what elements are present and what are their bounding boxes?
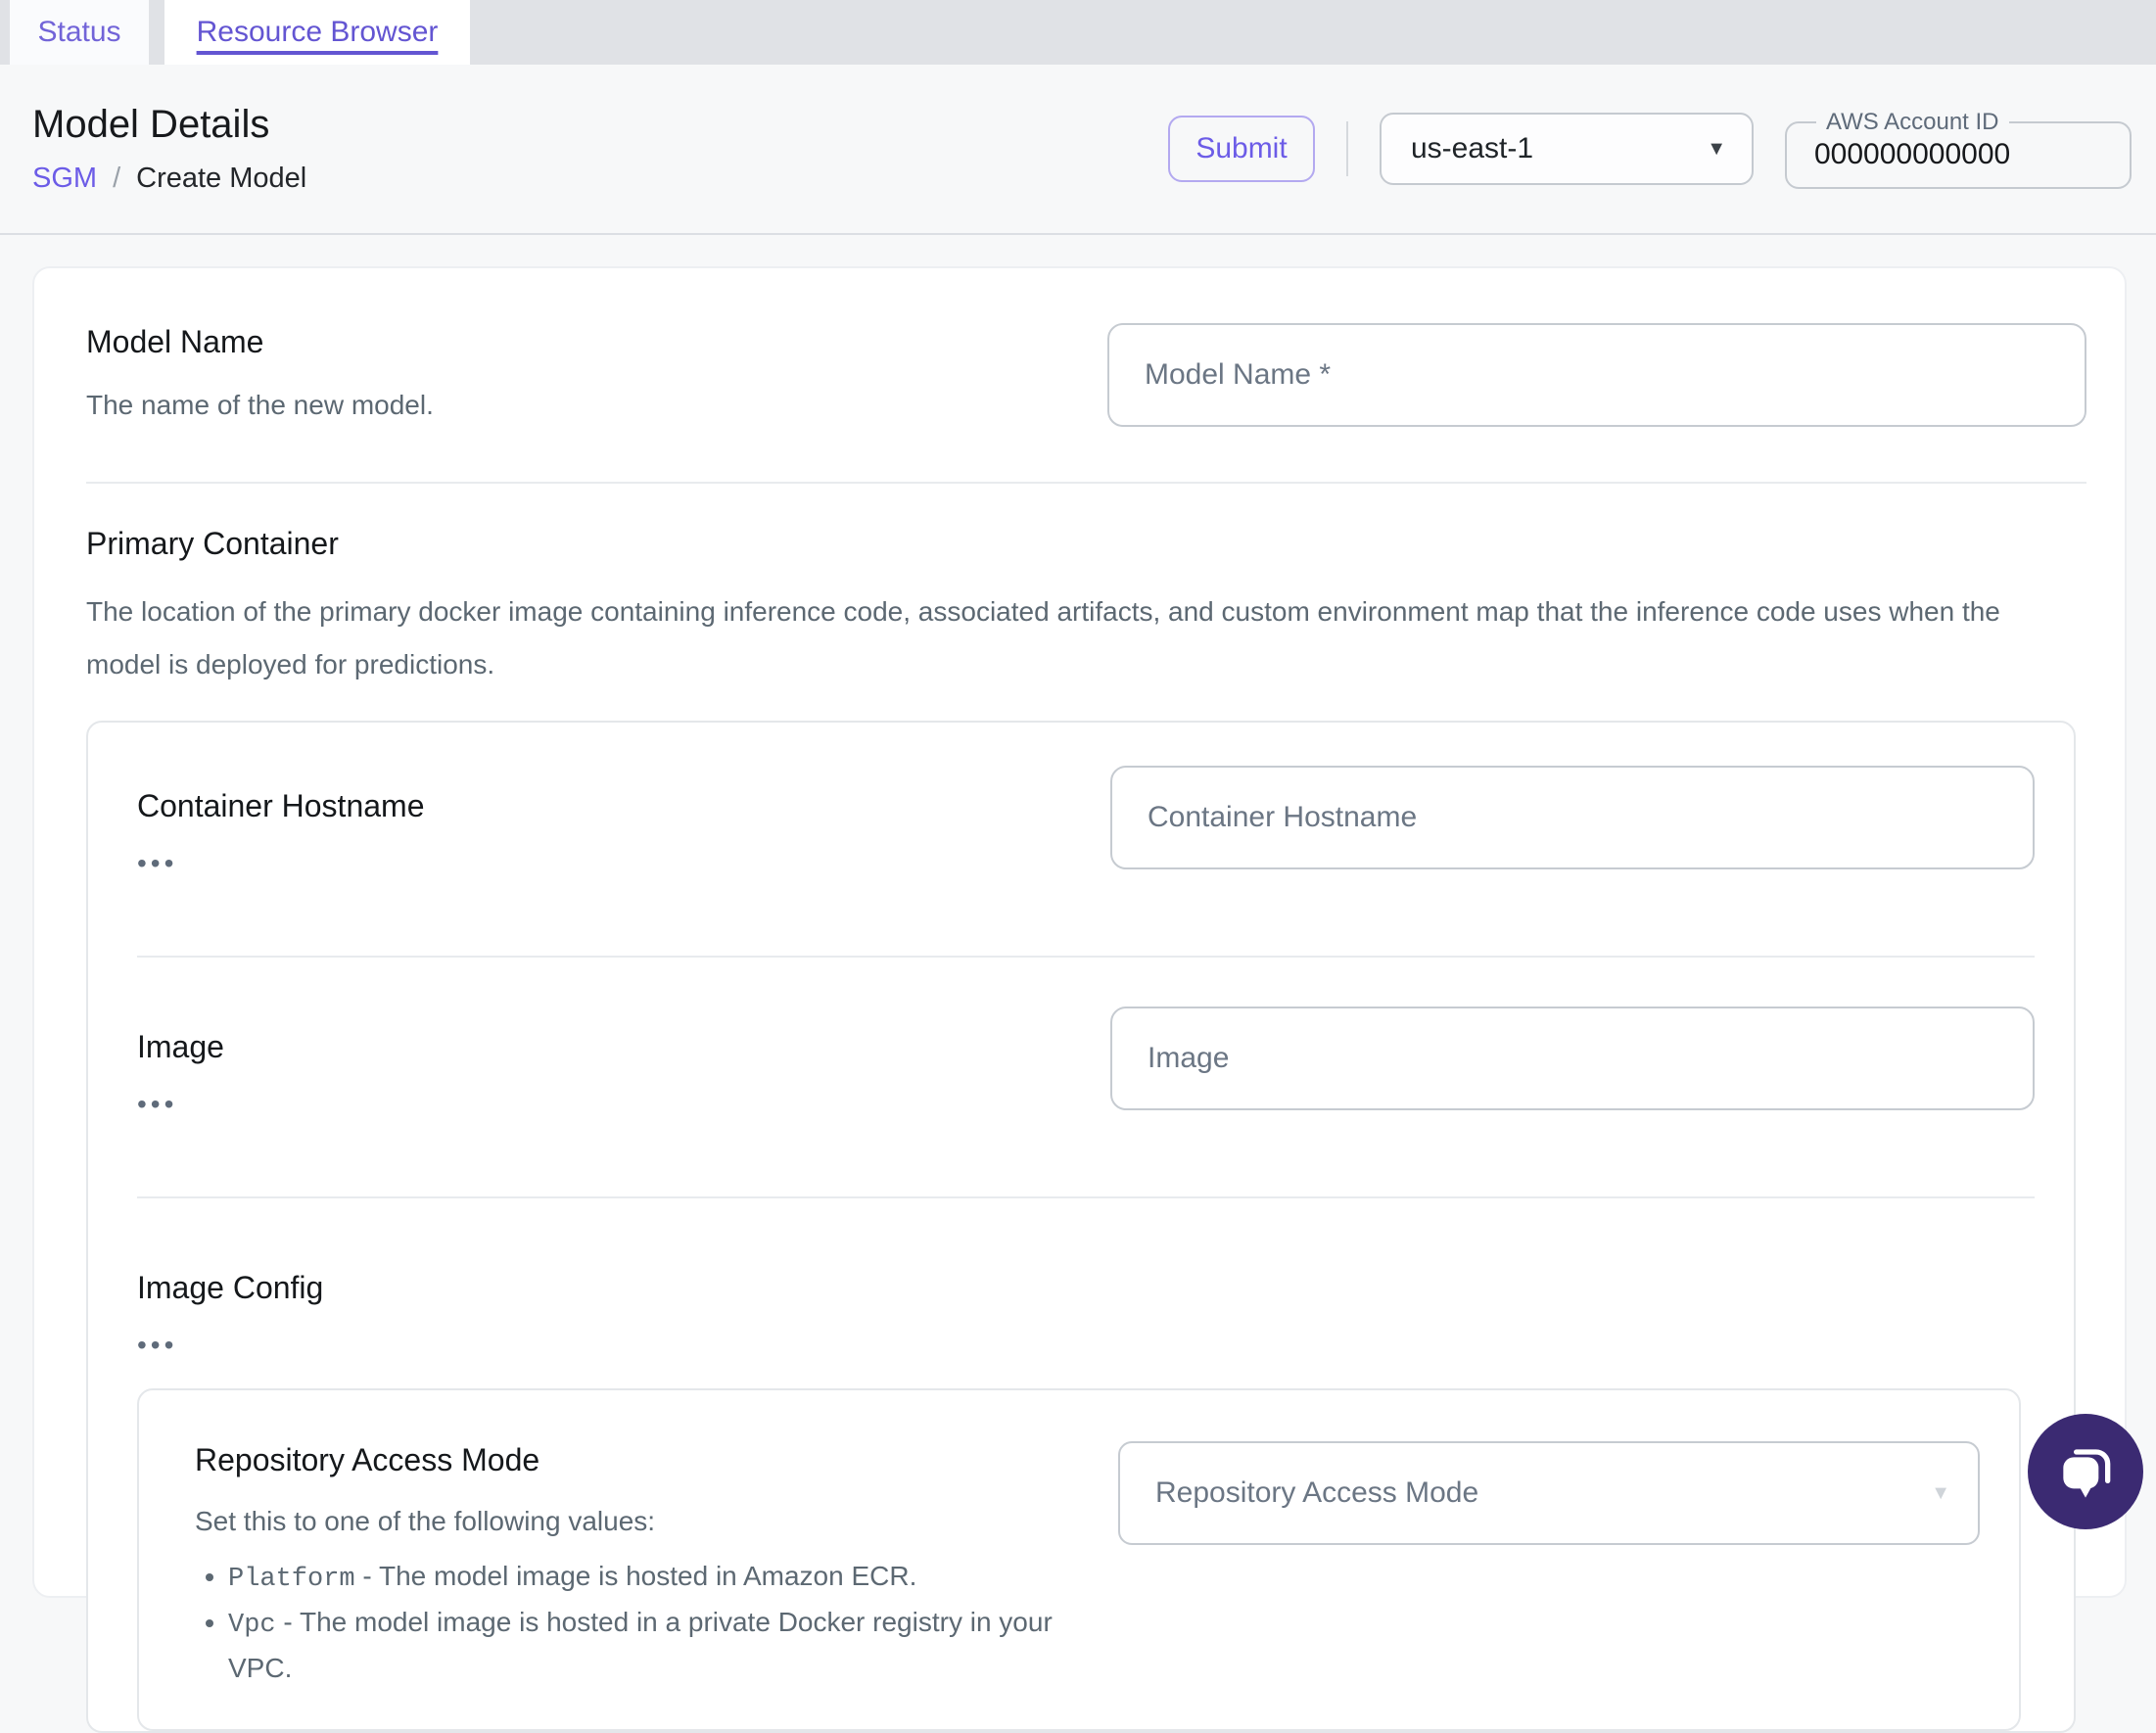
repository-access-mode-options-list: Platform - The model image is hosted in … <box>228 1555 1105 1690</box>
aws-account-id-input[interactable] <box>1814 136 2110 183</box>
primary-container-description: The location of the primary docker image… <box>86 596 2000 679</box>
model-name-info: Model Name The name of the new model. <box>86 323 434 425</box>
chevron-down-icon: ▼ <box>1931 1481 1950 1504</box>
image-config-heading: Image Config <box>137 1270 324 1305</box>
section-divider <box>86 482 2086 484</box>
model-name-description: The name of the new model. <box>86 390 434 420</box>
list-item: Platform - The model image is hosted in … <box>228 1555 1105 1601</box>
tab-resource-browser-label: Resource Browser <box>196 16 439 48</box>
breadcrumb: SGM / Create Model <box>32 163 306 195</box>
chat-widget-button[interactable] <box>2028 1414 2143 1529</box>
tab-status-label: Status <box>37 16 121 48</box>
breadcrumb-root-link[interactable]: SGM <box>32 163 97 195</box>
page-title: Model Details <box>32 103 270 146</box>
tab-resource-browser[interactable]: Resource Browser <box>164 0 470 65</box>
header-title-block: Model Details SGM / Create Model <box>32 103 306 195</box>
header-divider <box>1346 121 1348 176</box>
image-config-card: Repository Access Mode Set this to one o… <box>137 1388 2021 1731</box>
submit-button[interactable]: Submit <box>1168 116 1315 182</box>
breadcrumb-current: Create Model <box>136 163 307 194</box>
model-name-heading: Model Name <box>86 324 264 359</box>
image-expander-icon[interactable]: ••• <box>137 1091 196 1118</box>
field-divider <box>137 956 2035 958</box>
container-hostname-row: Container Hostname ••• <box>137 766 2035 877</box>
image-config-expander-icon[interactable]: ••• <box>137 1332 196 1359</box>
container-hostname-info: Container Hostname ••• <box>137 766 425 877</box>
primary-container-heading: Primary Container <box>86 526 339 561</box>
primary-container-card: Container Hostname ••• Image ••• <box>86 721 2076 1733</box>
option-term: Platform <box>228 1565 355 1594</box>
chevron-down-icon: ▼ <box>1707 137 1726 160</box>
image-heading: Image <box>137 1029 224 1064</box>
main-content: Model Name The name of the new model. Pr… <box>0 235 2156 1733</box>
header-actions: Submit us-east-1 ▼ AWS Account ID <box>1168 109 2132 189</box>
image-config-info: Image Config ••• <box>137 1247 2035 1359</box>
container-hostname-expander-icon[interactable]: ••• <box>137 850 196 877</box>
option-term: Vpc <box>228 1611 276 1640</box>
image-input[interactable] <box>1110 1007 2035 1110</box>
tab-status[interactable]: Status <box>10 0 149 65</box>
primary-container-section: Primary Container The location of the pr… <box>86 525 2086 1733</box>
option-text: - The model image is hosted in a private… <box>228 1607 1053 1683</box>
model-name-input[interactable] <box>1107 323 2086 427</box>
field-divider <box>137 1196 2035 1198</box>
model-name-row: Model Name The name of the new model. <box>86 323 2086 427</box>
option-text: - The model image is hosted in Amazon EC… <box>354 1561 917 1591</box>
create-model-page: { "tabs": { "status": "Status", "resourc… <box>0 0 2156 1733</box>
image-info: Image ••• <box>137 1007 224 1118</box>
container-hostname-input[interactable] <box>1110 766 2035 869</box>
image-config-section: Image Config ••• Repository Access Mode … <box>137 1247 2035 1731</box>
repository-access-mode-description: Set this to one of the following values: <box>195 1506 656 1536</box>
chat-bubble-icon <box>2063 1449 2111 1498</box>
list-item: Vpc - The model image is hosted in a pri… <box>228 1601 1105 1690</box>
aws-account-id-label: AWS Account ID <box>1826 109 1999 135</box>
repository-access-mode-row: Repository Access Mode Set this to one o… <box>195 1441 1980 1690</box>
region-select-value: us-east-1 <box>1411 132 1534 164</box>
aws-account-id-field: AWS Account ID <box>1785 109 2132 189</box>
tab-bar: Status Resource Browser <box>0 0 2156 65</box>
repository-access-mode-info: Repository Access Mode Set this to one o… <box>195 1441 1105 1690</box>
region-select[interactable]: us-east-1 ▼ <box>1380 113 1754 185</box>
image-row: Image ••• <box>137 1007 2035 1118</box>
breadcrumb-separator: / <box>113 163 121 194</box>
page-header: Model Details SGM / Create Model Submit … <box>0 65 2156 235</box>
model-details-card: Model Name The name of the new model. Pr… <box>32 266 2127 1733</box>
repository-access-mode-select[interactable]: Repository Access Mode ▼ <box>1118 1441 1980 1545</box>
repository-access-mode-select-placeholder: Repository Access Mode <box>1155 1476 1479 1509</box>
repository-access-mode-heading: Repository Access Mode <box>195 1442 540 1477</box>
container-hostname-heading: Container Hostname <box>137 788 425 823</box>
